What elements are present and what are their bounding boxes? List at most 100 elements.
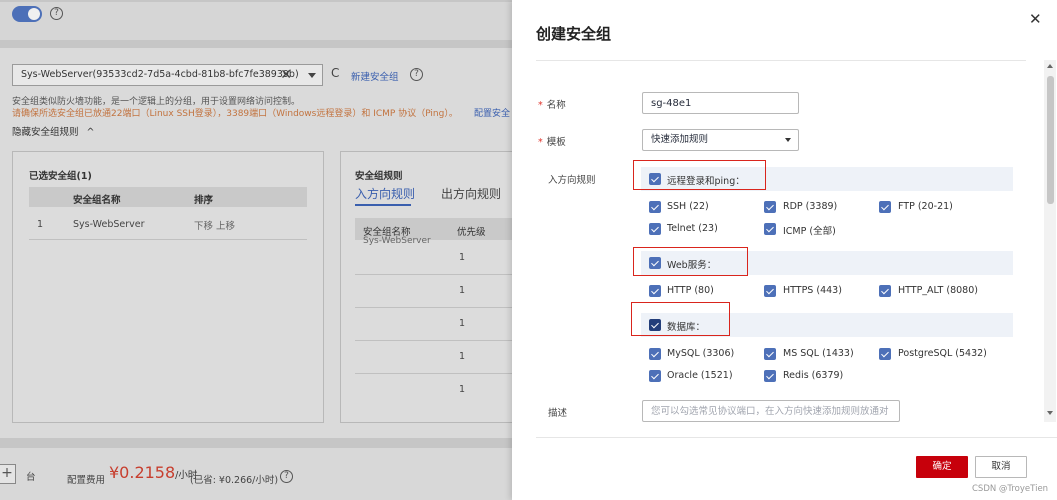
help-icon[interactable]: ? (50, 7, 63, 20)
scroll-up-icon[interactable] (1047, 64, 1053, 68)
option-http: HTTP (80) (667, 285, 714, 296)
row-move-actions[interactable]: 下移 上移 (194, 218, 235, 232)
top-band (0, 0, 512, 2)
chevron-up-icon: ^ (86, 127, 95, 138)
checkbox-ssh[interactable] (649, 201, 661, 213)
selected-groups-title: 已选安全组(1) (29, 171, 92, 182)
help-icon[interactable]: ? (280, 470, 293, 483)
required-asterisk: * (538, 100, 543, 111)
rules-title: 安全组规则 (355, 171, 403, 182)
column-header-priority: 优先级 (457, 227, 486, 238)
inbound-rules-label: 入方向规则 (548, 175, 596, 186)
checkbox-redis[interactable] (764, 370, 776, 382)
name-input[interactable] (642, 92, 799, 114)
checkbox-postgresql[interactable] (879, 348, 891, 360)
description-label: 描述 (548, 408, 568, 419)
row-group-name: Sys-WebServer (73, 219, 145, 230)
background-page: ? Sys-WebServer(93533cd2-7d5a-4cbd-81b8-… (0, 0, 512, 500)
row-divider (355, 307, 512, 308)
option-icmp: ICMP (全部) (783, 226, 836, 237)
security-group-section: Sys-WebServer(93533cd2-7d5a-4cbd-81b8-bf… (0, 48, 512, 438)
template-label-text: 模板 (546, 137, 566, 148)
chevron-down-icon[interactable] (308, 73, 316, 78)
refresh-icon[interactable]: C (331, 66, 339, 80)
description-textarea[interactable]: 您可以勾选常见协议端口，在入方向快速添加规则放通对 (642, 400, 900, 422)
close-icon[interactable]: ✕ (1029, 10, 1042, 28)
scroll-down-icon[interactable] (1047, 411, 1053, 415)
row-divider (355, 373, 512, 374)
price-amount: ¥0.2158 (109, 463, 176, 482)
column-header-order: 排序 (194, 195, 214, 206)
clear-icon[interactable]: ✕ (280, 65, 292, 85)
name-label: * 名称 (538, 97, 566, 111)
priority-value: 1 (459, 318, 466, 329)
checkbox-oracle[interactable] (649, 370, 661, 382)
checkbox-rdp[interactable] (764, 201, 776, 213)
dialog-title: 创建安全组 (536, 25, 612, 43)
template-select-value: 快速添加规则 (651, 134, 709, 145)
option-ftp: FTP (20-21) (898, 201, 953, 212)
checkbox-https[interactable] (764, 285, 776, 297)
section-separator (0, 40, 512, 48)
template-select[interactable]: 快速添加规则 (642, 129, 799, 151)
priority-value: 1 (459, 384, 466, 395)
chevron-down-icon (785, 138, 791, 142)
option-rdp: RDP (3389) (783, 201, 838, 212)
checkbox-mysql[interactable] (649, 348, 661, 360)
rules-group-name: Sys-WebServer (363, 236, 431, 246)
create-security-group-dialog: 创建安全组 ✕ *名称 *模板 快速添加规则 入方向规则 远程登录和ping： … (512, 0, 1057, 500)
price-value: ¥0.2158/小时 (109, 463, 197, 482)
active-tab-indicator (355, 204, 411, 206)
checkbox-http[interactable] (649, 285, 661, 297)
new-security-group-link[interactable]: 新建安全组 (351, 69, 399, 83)
row-divider (355, 340, 512, 341)
confirm-button[interactable]: 确定 (916, 456, 968, 478)
watermark: CSDN @TroyeTien (972, 484, 1049, 494)
security-group-select-value: Sys-WebServer(93533cd2-7d5a-4cbd-81b8-bf… (21, 69, 299, 80)
section-separator (0, 438, 512, 448)
option-telnet: Telnet (23) (667, 223, 718, 234)
checkbox-ftp[interactable] (879, 201, 891, 213)
increase-button[interactable]: + (0, 464, 16, 484)
saved-amount: (已省: ¥0.266/小时) (190, 475, 279, 486)
footer-divider (536, 437, 1057, 438)
row-divider (29, 239, 307, 240)
cancel-button[interactable]: 取消 (975, 456, 1027, 478)
bottom-bar: + 台 配置费用 ¥0.2158/小时 (已省: ¥0.266/小时) ? (0, 448, 512, 500)
option-mysql: MySQL (3306) (667, 348, 735, 359)
config-security-link[interactable]: 配置安全 (474, 106, 510, 119)
fee-label: 配置费用 (67, 475, 106, 486)
required-asterisk: * (538, 137, 543, 148)
checkbox-http-alt[interactable] (879, 285, 891, 297)
header-divider (536, 60, 1026, 61)
checkbox-icmp[interactable] (764, 223, 776, 235)
option-redis: Redis (6379) (783, 370, 844, 381)
highlight-box (631, 302, 730, 336)
option-oracle: Oracle (1521) (667, 370, 733, 381)
table-header (29, 187, 307, 207)
template-label: * 模板 (538, 134, 566, 148)
checkbox-telnet[interactable] (649, 223, 661, 235)
tab-inbound[interactable]: 入方向规则 (355, 185, 415, 202)
highlight-box (633, 247, 748, 276)
security-group-select[interactable]: Sys-WebServer(93533cd2-7d5a-4cbd-81b8-bf… (12, 64, 323, 86)
selected-groups-box: 已选安全组(1) 安全组名称 排序 1 Sys-WebServer 下移 上移 (12, 151, 324, 423)
toggle-switch[interactable] (12, 6, 42, 22)
scrollbar-thumb[interactable] (1047, 76, 1054, 204)
option-https: HTTPS (443) (783, 285, 842, 296)
checkbox-mssql[interactable] (764, 348, 776, 360)
warning-text: 请确保所选安全组已放通22端口（Linux SSH登录），3389端口（Wind… (12, 109, 458, 119)
tab-outbound[interactable]: 出方向规则 (441, 185, 501, 202)
priority-value: 1 (459, 351, 466, 362)
option-http-alt: HTTP_ALT (8080) (898, 285, 978, 296)
help-icon[interactable]: ? (410, 68, 423, 81)
hide-rules-toggle[interactable]: 隐藏安全组规则 ^ (12, 124, 95, 138)
priority-value: 1 (459, 285, 466, 296)
unit-label: 台 (26, 472, 36, 483)
row-index: 1 (37, 219, 44, 230)
rules-box: 安全组规则 入方向规则 出方向规则 安全组名称 优先级 Sys-WebServe… (340, 151, 512, 423)
option-postgresql: PostgreSQL (5432) (898, 348, 987, 359)
priority-value: 1 (459, 252, 466, 263)
highlight-box (633, 160, 766, 190)
name-label-text: 名称 (546, 100, 566, 111)
